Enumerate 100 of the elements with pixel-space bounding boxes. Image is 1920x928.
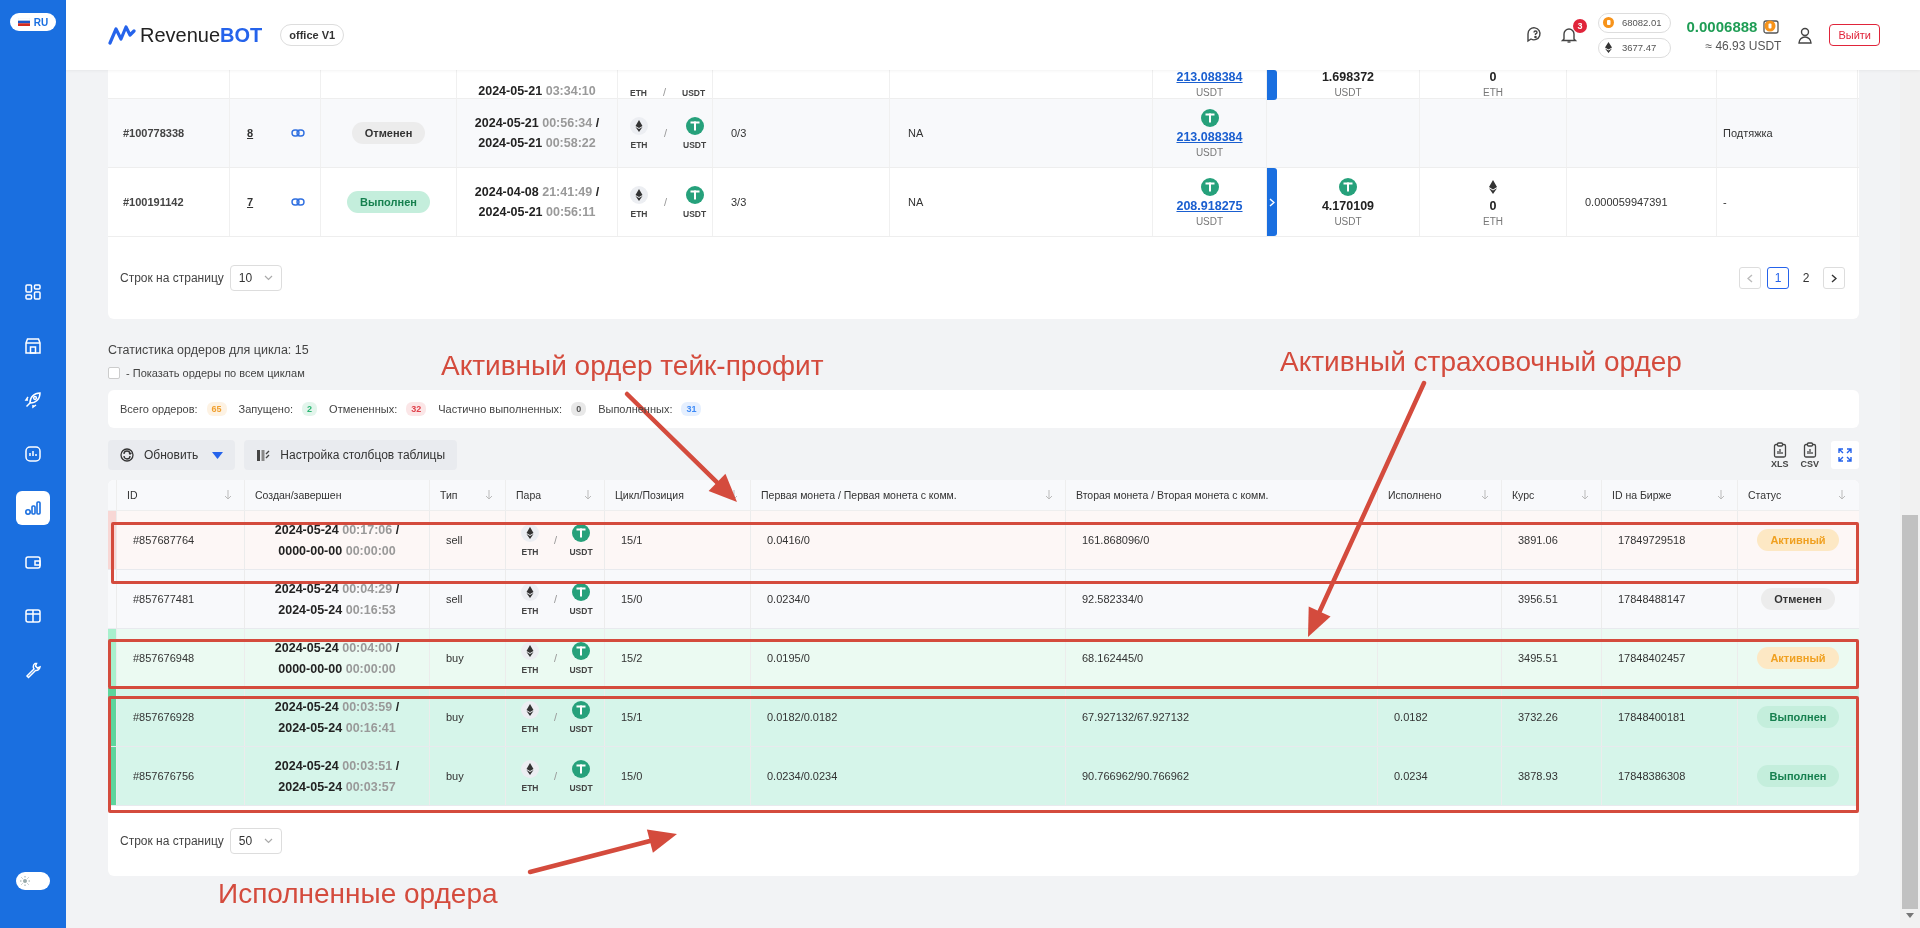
cycle-position: 15/1 — [621, 711, 643, 723]
unit-label: USDT — [1334, 215, 1362, 227]
link-icon[interactable] — [291, 129, 306, 137]
column-header[interactable]: Тип — [430, 480, 506, 510]
checkbox[interactable] — [108, 367, 120, 379]
chevron-icon — [263, 838, 273, 844]
column-header[interactable]: Первая монета / Первая монета с комм. — [751, 480, 1066, 510]
coin-label: ETH — [630, 88, 647, 98]
order-id: #857687764 — [133, 534, 195, 546]
expand-tab[interactable] — [1267, 168, 1277, 236]
counter-badge: 32 — [406, 402, 427, 416]
sort-icon — [1838, 490, 1846, 500]
status-badge: Активный — [1757, 647, 1839, 669]
status-badge: Выполнен — [347, 191, 430, 213]
amount-link[interactable]: 208.918275 — [1176, 198, 1243, 213]
export-button[interactable]: CSV — [1800, 441, 1819, 469]
cycle-link[interactable]: 7 — [247, 196, 254, 208]
amount-link[interactable]: 213.088384 — [1176, 129, 1243, 144]
filled-amount: 0.0182 — [1394, 711, 1428, 723]
sort-icon — [224, 490, 232, 500]
order-type: buy — [446, 770, 464, 782]
caret-icon — [212, 451, 224, 459]
usdt-icon — [572, 759, 591, 778]
column-header[interactable]: Создан/завершен — [245, 480, 430, 510]
language-button[interactable]: RU — [9, 13, 57, 31]
eth-icon — [630, 185, 648, 204]
scrollbar-thumb[interactable] — [1902, 515, 1918, 909]
sort-icon — [1581, 490, 1589, 500]
coin-label: ETH — [630, 139, 648, 150]
rate: 3732.26 — [1518, 711, 1558, 723]
created-time: 2024-05-24 00:04:00 / — [274, 640, 400, 655]
grid-icon — [24, 283, 42, 301]
exchange-id: 17849729518 — [1618, 534, 1686, 546]
cycle-link[interactable]: 8 — [247, 127, 254, 139]
finished-time: 0000-00-00 00:00:00 — [278, 543, 396, 558]
sidebar-item[interactable] — [16, 491, 50, 525]
link-icon[interactable] — [291, 198, 306, 206]
amount-link[interactable]: 213.088384 — [1176, 70, 1243, 84]
counter-label: Отмененных: — [329, 403, 398, 415]
chart-icon — [24, 499, 42, 517]
counter-label: Частично выполненных: — [438, 403, 563, 415]
balance-amount: 0.0006888 — [1686, 17, 1758, 35]
rate: 3956.51 — [1518, 593, 1558, 605]
order-id: #857677481 — [133, 593, 195, 605]
usdt-icon — [572, 582, 591, 601]
user-icon[interactable] — [1797, 26, 1814, 44]
pair-separator: / — [554, 770, 558, 782]
coin-label: USDT — [569, 546, 593, 557]
column-settings-button[interactable]: Настройка столбцов таблицы — [244, 440, 458, 470]
coin-label: USDT — [682, 88, 706, 98]
coin-label: USDT — [569, 664, 593, 675]
pair-separator: / — [554, 652, 558, 664]
column-header[interactable]: ID — [117, 480, 245, 510]
bell-icon[interactable] — [1559, 26, 1578, 44]
page-button[interactable]: 1 — [1767, 267, 1789, 289]
status-badge: Отменен — [1761, 588, 1835, 610]
filled-amount: 0.0234 — [1394, 770, 1428, 782]
column-header[interactable]: Курс — [1502, 480, 1602, 510]
rows-per-page-label: Строк на страницу — [120, 271, 224, 285]
eth-icon — [521, 523, 539, 542]
logout-button[interactable]: Выйти — [1829, 24, 1880, 46]
theme-toggle[interactable] — [16, 872, 50, 890]
unit-label: USDT — [1334, 87, 1362, 98]
cycle-id: #100191142 — [123, 196, 184, 208]
refresh-button[interactable]: Обновить — [108, 440, 203, 470]
page-button[interactable]: 2 — [1795, 267, 1817, 289]
cycle-position: 15/1 — [621, 534, 643, 546]
counter-badge: 65 — [206, 402, 227, 416]
positions: 0/3 — [731, 127, 747, 139]
column-header[interactable]: Исполнено — [1378, 480, 1502, 510]
unit-label: ETH — [1483, 87, 1503, 98]
page-size-select[interactable]: 50 — [229, 828, 282, 854]
page-size-select[interactable]: 10 — [229, 265, 282, 291]
column-header[interactable]: Статус — [1738, 480, 1858, 510]
coin-label: ETH — [521, 605, 539, 616]
next-page-button[interactable] — [1823, 267, 1845, 289]
counter-badge: 31 — [681, 402, 702, 416]
second-coin-amount: 92.582334/0 — [1082, 593, 1144, 605]
logo-icon — [108, 23, 136, 47]
flag-icon — [17, 18, 30, 26]
wallet-icon — [24, 553, 42, 571]
created-time: 2024-05-24 00:17:06 / — [274, 522, 400, 537]
export-button[interactable]: XLS — [1770, 441, 1789, 469]
wallet-icon[interactable] — [1763, 18, 1782, 34]
cycle-id: #100778338 — [123, 127, 185, 139]
notification-badge: 3 — [1572, 19, 1587, 33]
coin-label: USDT — [569, 723, 593, 734]
scroll-down-icon[interactable] — [1906, 913, 1914, 918]
dropdown-button[interactable] — [202, 440, 236, 470]
column-header[interactable]: Пара — [506, 480, 605, 510]
fullscreen-button[interactable] — [1831, 441, 1859, 469]
finished-time: 2024-05-24 00:16:53 — [278, 602, 396, 617]
status-badge: Активный — [1757, 529, 1839, 551]
coin-label: ETH — [630, 208, 648, 219]
pair-separator: / — [664, 127, 668, 139]
cycle-position: 15/2 — [621, 652, 643, 664]
column-header[interactable]: ID на Бирже — [1602, 480, 1738, 510]
chat-icon[interactable] — [1525, 26, 1544, 44]
column-header[interactable]: Вторая монета / Вторая монета с комм. — [1066, 480, 1378, 510]
scrollbar[interactable] — [1900, 70, 1920, 928]
